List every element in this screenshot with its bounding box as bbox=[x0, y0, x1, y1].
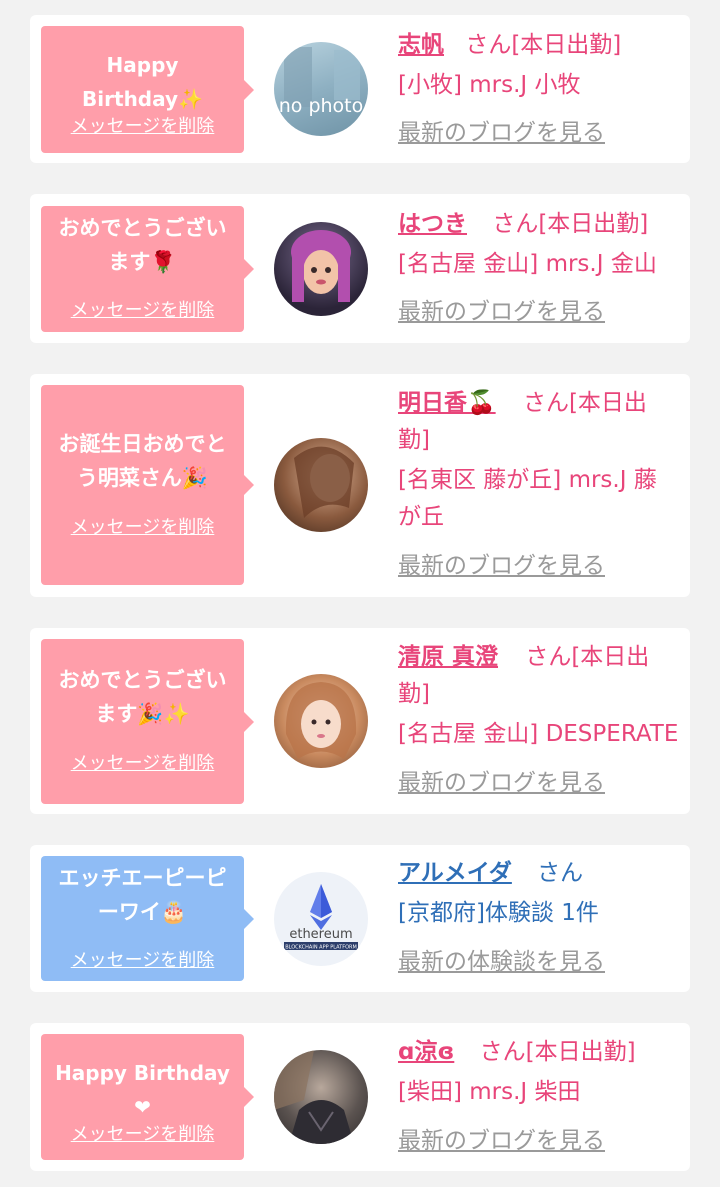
avatar[interactable]: ethereum BLOCKCHAIN APP PLATFORM bbox=[274, 872, 368, 966]
card-shiho: Happy Birthday✨ メッセージを削除 no photo 志帆 さん[… bbox=[30, 15, 690, 163]
name-suffix: さん[本日出勤] bbox=[492, 211, 649, 237]
message-bubble: おめでとうございます🌹 メッセージを削除 bbox=[41, 206, 254, 332]
card-hatsuki: おめでとうございます🌹 メッセージを削除 はつき さん[本日出勤] [名古屋 金… bbox=[30, 194, 690, 343]
name-suffix-continued: 勤] bbox=[398, 427, 430, 453]
no-photo-image: no photo bbox=[279, 47, 364, 117]
shop-text: [京都府]体験談 1件 bbox=[398, 900, 599, 926]
latest-blog-link[interactable]: 最新のブログを見る bbox=[398, 115, 683, 152]
message-text: Happy Birthday✨ bbox=[82, 53, 203, 111]
shop-text: [名古屋 金山] DESPERATE bbox=[398, 721, 679, 747]
name-suffix: さん bbox=[537, 860, 584, 886]
name-link[interactable]: アルメイダ bbox=[398, 860, 512, 886]
shop-text: [小牧] mrs.J 小牧 bbox=[398, 72, 581, 98]
ethereum-text: ethereum bbox=[289, 927, 352, 942]
avatar-image bbox=[291, 230, 351, 302]
delete-message-link[interactable]: メッセージを削除 bbox=[41, 513, 244, 539]
delete-message-link[interactable]: メッセージを削除 bbox=[41, 749, 244, 775]
delete-message-link[interactable]: メッセージを削除 bbox=[41, 946, 244, 972]
card-kiyohara: おめでとうございます🎉✨ メッセージを削除 清原 真澄 さん[本日出 勤] [名… bbox=[30, 628, 690, 814]
shop-text: [柴田] mrs.J 柴田 bbox=[398, 1079, 581, 1105]
message-bubble: エッチエーピーピーワイ🎂 メッセージを削除 bbox=[41, 856, 254, 981]
message-bubble: お誕生日おめでとう明菜さん🎉 メッセージを削除 bbox=[41, 385, 254, 585]
avatar-image bbox=[285, 682, 357, 759]
message-text: エッチエーピーピーワイ🎂 bbox=[58, 866, 227, 924]
name-suffix: さん[本日出 bbox=[525, 644, 650, 670]
name-suffix-continued: 勤] bbox=[398, 681, 430, 707]
ethereum-logo-image: ethereum BLOCKCHAIN APP PLATFORM bbox=[284, 884, 358, 951]
avatar[interactable]: no photo bbox=[274, 42, 368, 136]
delete-message-link[interactable]: メッセージを削除 bbox=[41, 112, 244, 138]
card-almeida: エッチエーピーピーワイ🎂 メッセージを削除 ethereum BLOCKCHAI… bbox=[30, 845, 690, 992]
message-text: Happy Birthday❤ bbox=[55, 1061, 230, 1119]
latest-blog-link[interactable]: 最新のブログを見る bbox=[398, 294, 683, 331]
name-link[interactable]: はつき bbox=[398, 211, 467, 237]
avatar[interactable] bbox=[274, 1050, 368, 1144]
message-bubble: Happy Birthday❤ メッセージを削除 bbox=[41, 1034, 254, 1160]
name-suffix: さん[本日出勤] bbox=[465, 32, 622, 58]
name-link[interactable]: 清原 真澄 bbox=[398, 644, 498, 670]
avatar[interactable] bbox=[274, 222, 368, 316]
avatar-image bbox=[274, 1050, 354, 1144]
name-suffix: さん[本日出 bbox=[522, 390, 647, 416]
name-link[interactable]: 志帆 bbox=[398, 32, 444, 58]
latest-review-link[interactable]: 最新の体験談を見る bbox=[398, 944, 683, 981]
message-text: おめでとうございます🎉✨ bbox=[58, 668, 227, 726]
message-bubble: Happy Birthday✨ メッセージを削除 bbox=[41, 26, 254, 153]
shop-text-continued: が丘 bbox=[398, 504, 444, 530]
no-photo-text: no photo bbox=[279, 95, 364, 117]
latest-blog-link[interactable]: 最新のブログを見る bbox=[398, 548, 683, 585]
message-text: おめでとうございます🌹 bbox=[58, 216, 227, 274]
ethereum-subtext: BLOCKCHAIN APP PLATFORM bbox=[285, 945, 357, 951]
name-link[interactable]: 明日香🍒 bbox=[398, 390, 496, 416]
message-text: お誕生日おめでとう明菜さん🎉 bbox=[58, 432, 227, 490]
shop-text: [名東区 藤が丘] mrs.J 藤 bbox=[398, 467, 657, 493]
delete-message-link[interactable]: メッセージを削除 bbox=[41, 296, 244, 322]
name-suffix: さん[本日出勤] bbox=[479, 1039, 636, 1065]
shop-text: [名古屋 金山] mrs.J 金山 bbox=[398, 251, 657, 277]
delete-message-link[interactable]: メッセージを削除 bbox=[41, 1120, 244, 1146]
name-link[interactable]: ɑ涼ɞ bbox=[398, 1039, 454, 1065]
latest-blog-link[interactable]: 最新のブログを見る bbox=[398, 765, 683, 802]
avatar[interactable] bbox=[274, 674, 368, 768]
card-ryo: Happy Birthday❤ メッセージを削除 ɑ涼ɞ さん[本日出勤] [柴… bbox=[30, 1023, 690, 1171]
card-asuka: お誕生日おめでとう明菜さん🎉 メッセージを削除 明日香🍒 さん[本日出 勤] [… bbox=[30, 374, 690, 597]
latest-blog-link[interactable]: 最新のブログを見る bbox=[398, 1123, 683, 1160]
avatar-image bbox=[294, 446, 354, 518]
avatar[interactable] bbox=[274, 438, 368, 532]
message-bubble: おめでとうございます🎉✨ メッセージを削除 bbox=[41, 639, 254, 804]
